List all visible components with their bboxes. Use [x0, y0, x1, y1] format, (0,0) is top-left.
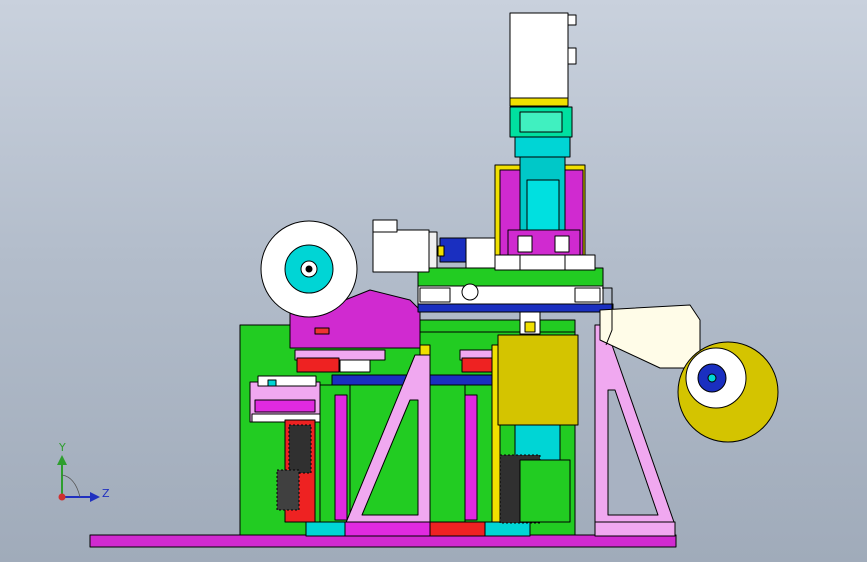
tower-clamp-left	[517, 235, 533, 253]
triad-z-arrow	[90, 492, 100, 502]
coupling-neck	[514, 136, 571, 158]
tower-mid-feet	[519, 254, 566, 271]
left-side-block-dark	[254, 399, 316, 413]
slide-block-right	[574, 287, 601, 303]
right-lower-green	[519, 459, 571, 523]
guide-rail-bar	[417, 303, 614, 313]
bolt-left	[461, 283, 479, 301]
triad-y-arrow	[57, 455, 67, 465]
base-plate	[89, 534, 677, 548]
inner-column-mid	[429, 384, 466, 526]
slide-block-left	[419, 287, 451, 303]
left-top-bracket	[257, 375, 317, 387]
tower-feet-left	[494, 254, 521, 271]
bottom-red-center	[429, 521, 486, 537]
slot-mid	[464, 394, 478, 521]
cad-viewport[interactable]: Y Z	[0, 0, 867, 562]
machine-drawing	[57, 12, 779, 548]
left-gear	[288, 424, 312, 474]
servo-motor-top	[509, 12, 569, 99]
servo-motor-left	[372, 229, 430, 273]
servo-cap	[372, 219, 398, 233]
slot-left	[334, 394, 348, 521]
coordinate-triad	[57, 455, 100, 502]
rail-right-red	[461, 357, 493, 373]
rail-left-white	[339, 359, 371, 373]
bottom-pink-right	[594, 521, 676, 537]
coupling-yellow	[437, 245, 445, 257]
upper-platform	[417, 267, 604, 287]
probe-tip	[524, 321, 536, 333]
gearbox-small	[465, 237, 497, 269]
tower-clamp-right	[554, 235, 570, 253]
yellow-housing	[497, 334, 579, 426]
servo-connector-top	[567, 14, 577, 26]
rail-left-red	[296, 357, 340, 373]
bottom-cyan-left	[305, 521, 347, 537]
servo-yellow-band	[509, 97, 569, 107]
tower-cyan-mid	[526, 179, 560, 231]
tower-feet-right	[564, 254, 596, 271]
triad-origin	[58, 493, 66, 501]
bottom-cyan-right	[484, 521, 531, 537]
triad-z-label: Z	[102, 487, 110, 500]
bottom-magenta-left	[344, 521, 431, 537]
bracket-red-pin	[314, 327, 330, 335]
coupling-upper-inner	[519, 111, 563, 133]
servo-connector-mid	[567, 47, 577, 65]
servo-flange	[428, 231, 438, 269]
left-gear-lower	[276, 469, 300, 511]
left-cyan-strip	[267, 379, 277, 387]
triad-y-label: Y	[59, 441, 66, 454]
